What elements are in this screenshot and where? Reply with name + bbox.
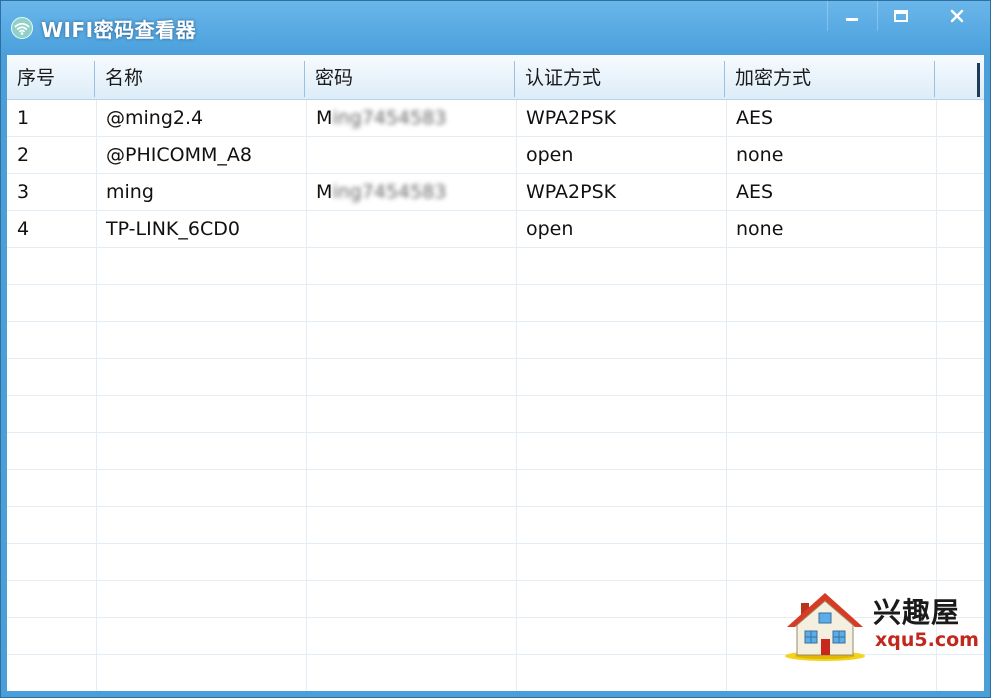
password-prefix: M [316,107,333,129]
cell-password: Ming7454583 [306,174,516,211]
cell-encryption: AES [736,181,774,203]
column-header-name[interactable]: 名称 [95,55,305,99]
maximize-button[interactable] [877,1,924,31]
password-prefix: M [316,181,333,203]
table-header: 序号 名称 密码 认证方式 加密方式 [7,55,984,100]
cell-index: 4 [17,218,30,240]
minimize-button[interactable] [827,1,876,31]
watermark-brand: 兴趣屋 [873,596,961,629]
cell-password: Ming7454583 [306,100,516,137]
column-header-encryption[interactable]: 加密方式 [725,55,935,99]
cell-auth: WPA2PSK [526,181,617,203]
cell-password [306,137,516,174]
cell-auth: open [526,144,574,166]
cell-auth: WPA2PSK [526,107,617,129]
cell-encryption: none [736,218,784,240]
cell-index: 2 [17,144,30,166]
column-header-password[interactable]: 密码 [305,55,515,99]
table-row[interactable]: 2 @PHICOMM_A8 open none [7,137,984,174]
cell-index: 1 [17,107,30,129]
cell-name: ming [106,181,154,203]
column-divider[interactable] [934,61,935,97]
cell-encryption: none [736,144,784,166]
column-header-auth[interactable]: 认证方式 [515,55,725,99]
close-icon [949,8,965,24]
close-button[interactable] [925,1,989,31]
window-title: WIFI密码查看器 [41,18,197,42]
password-masked: ing7454583 [332,107,447,129]
header-resize-handle[interactable] [977,63,980,97]
watermark-url: xqu5.com [875,629,979,651]
title-bar[interactable]: WIFI密码查看器 [1,1,990,55]
cell-encryption: AES [736,107,774,129]
wifi-icon [11,17,33,39]
app-window: WIFI密码查看器 序号 名称 密码 认证方式 加密方式 1 @ming2.4 … [0,0,991,698]
table-row[interactable]: 4 TP-LINK_6CD0 open none [7,211,984,248]
table-row[interactable]: 1 @ming2.4 Ming7454583 WPA2PSK AES [7,100,984,137]
password-masked: ing7454583 [332,181,447,203]
cell-name: @ming2.4 [106,107,204,129]
cell-auth: open [526,218,574,240]
cell-name: TP-LINK_6CD0 [106,218,240,240]
minimize-icon [844,8,860,24]
table-row[interactable]: 3 ming Ming7454583 WPA2PSK AES [7,174,984,211]
cell-name: @PHICOMM_A8 [106,144,252,166]
watermark-logo: 兴趣屋 xqu5.com [783,583,983,663]
cell-index: 3 [17,181,30,203]
maximize-icon [893,8,909,24]
column-header-index[interactable]: 序号 [7,55,94,99]
cell-password [306,211,516,248]
